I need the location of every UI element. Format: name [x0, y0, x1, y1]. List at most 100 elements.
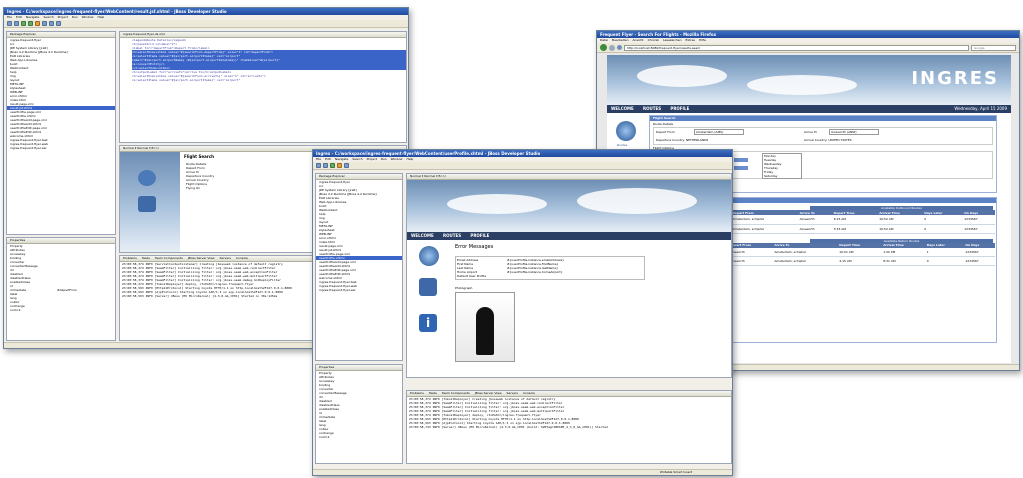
menu-item[interactable]: Ansicht: [633, 38, 644, 42]
arrive-select[interactable]: Ainsworth (ANW): [829, 129, 879, 135]
console-tab[interactable]: JBoss Server View: [475, 391, 502, 395]
package-explorer: Package Explorer ingres-frequent-flyer sr…: [6, 31, 116, 235]
new-icon[interactable]: [7, 21, 12, 26]
add-day-button[interactable]: [734, 158, 748, 162]
forward-icon[interactable]: [609, 44, 615, 51]
departure-country: Departure Country: NETHERLANDS: [656, 138, 709, 142]
console-tab[interactable]: Servers: [507, 391, 518, 395]
ide-second-status: Writable Smart Insert: [313, 469, 732, 475]
search-icon[interactable]: [344, 163, 349, 168]
back-icon[interactable]: [49, 21, 54, 26]
table-cell: Ainsworth: [728, 256, 774, 266]
debug-icon[interactable]: [28, 21, 33, 26]
forward-icon[interactable]: [56, 21, 61, 26]
nav-profile[interactable]: PROFILE: [670, 106, 689, 111]
menu-item[interactable]: Extras: [686, 38, 695, 42]
banner-2: [407, 180, 731, 232]
console-tab[interactable]: Team Components: [155, 256, 183, 260]
console-tab[interactable]: Tasks: [142, 256, 150, 260]
table-cell: 0: [923, 215, 964, 225]
console-tab[interactable]: Tasks: [429, 391, 437, 395]
depart-label: Depart From: [656, 130, 675, 134]
console-tab[interactable]: JBoss Server View: [188, 256, 215, 260]
table-cell: Amsterdam, schiphol: [731, 215, 799, 225]
menu-item[interactable]: Run: [381, 157, 387, 161]
nav-routes-2[interactable]: ROUTES: [443, 233, 461, 238]
profile-form: Email Address #{userProfile.instance.emai…: [455, 256, 645, 280]
tree-item[interactable]: ingres-frequent-flyer-ear: [7, 146, 115, 150]
menu-item[interactable]: Navigate: [335, 157, 348, 161]
save-icon[interactable]: [323, 163, 328, 168]
package-tree-2: ingres-frequent-flyer src JRE System Libra…: [316, 180, 402, 292]
nav-routes[interactable]: ROUTES: [643, 106, 661, 111]
console-tab[interactable]: Team Components: [442, 391, 470, 395]
menu-item[interactable]: Hilfe: [699, 38, 706, 42]
new-icon[interactable]: [316, 163, 321, 168]
menu-item[interactable]: Chronik: [648, 38, 659, 42]
property-row[interactable]: onclick: [316, 435, 402, 439]
nav-welcome-2[interactable]: WELCOME: [411, 233, 434, 238]
depart-select[interactable]: Amsterdam (AMS): [694, 129, 744, 135]
property-row[interactable]: onclick: [7, 308, 115, 312]
globe-icon-2: [419, 246, 439, 266]
menu-item[interactable]: Lesezeichen: [663, 38, 681, 42]
day-list[interactable]: Monday Tuesday Wednesday Thursday Friday Satu…: [762, 153, 802, 179]
console-tab[interactable]: Console: [523, 391, 535, 395]
menu-item[interactable]: Edit: [325, 157, 331, 161]
top-nav-2: WELCOME ROUTES PROFILE: [407, 232, 731, 240]
menu-item[interactable]: Edit: [16, 15, 22, 19]
error-messages-title: Error Messages: [455, 244, 494, 250]
profile-field-input[interactable]: #{userProfile.instance.homeAirport}: [507, 270, 563, 274]
menu-item[interactable]: Project: [58, 15, 68, 19]
menu-item[interactable]: Project: [367, 157, 377, 161]
console-line[interactable]: 23:00:58,743 INFO [Server] JBoss (MX Mic…: [409, 425, 731, 429]
console-tab[interactable]: Problems: [410, 391, 424, 395]
server-icon[interactable]: [35, 21, 40, 26]
table-cell: 1: [925, 247, 965, 257]
reload-icon[interactable]: [617, 45, 622, 50]
back-icon[interactable]: [600, 44, 607, 51]
top-nav: WELCOME ROUTES PROFILE Wednesday, April …: [607, 105, 1011, 113]
console-tab[interactable]: Problems: [123, 256, 137, 260]
nav-profile-2[interactable]: PROFILE: [470, 233, 489, 238]
tree-item[interactable]: ingres-frequent-flyer-ear: [316, 288, 402, 292]
menu-item[interactable]: File: [316, 157, 321, 161]
console-tab[interactable]: Servers: [220, 256, 231, 260]
menu-item[interactable]: Bearbeiten: [612, 38, 628, 42]
day-option[interactable]: Saturday: [764, 174, 801, 178]
menu-item[interactable]: Window: [82, 15, 94, 19]
menu-item[interactable]: Help: [98, 15, 105, 19]
menu-item[interactable]: Search: [352, 157, 362, 161]
run-icon[interactable]: [21, 21, 26, 26]
photo-label: Photograph: [455, 286, 473, 290]
profile-field-label: Default User Profile: [457, 274, 487, 278]
url-field[interactable]: http://localhost:8080/frequent-flyer/res…: [624, 44, 969, 51]
code-lines[interactable]: <legend>Route Details</legend> <h:panelGr…: [120, 38, 406, 82]
menu-item[interactable]: Window: [391, 157, 403, 161]
visual-title: Flight Search: [184, 154, 214, 159]
menu-item[interactable]: Datei: [600, 38, 608, 42]
menu-item[interactable]: Search: [43, 15, 53, 19]
server-icon[interactable]: [337, 163, 342, 168]
menu-item[interactable]: Run: [72, 15, 78, 19]
table-cell: 1234567: [963, 215, 995, 225]
visual-editor-2: Normal ▾ Normal ▾ B I U WELCOME ROUTES P…: [406, 173, 732, 378]
search-icon[interactable]: [42, 21, 47, 26]
routes-globe-icon[interactable]: [616, 121, 636, 141]
save-icon[interactable]: [14, 21, 19, 26]
menu-item[interactable]: File: [7, 15, 12, 19]
run-icon[interactable]: [330, 163, 335, 168]
remove-day-button[interactable]: [734, 166, 748, 170]
table-cell: 1234567: [964, 247, 995, 257]
table-cell: 3:33 AM: [832, 224, 879, 234]
browser-titlebar: Frequent Flyer - Search For Flights - Mo…: [597, 31, 1019, 38]
menu-item[interactable]: Navigate: [26, 15, 39, 19]
arrival-country: Arrival Country: UNITED STATES: [804, 138, 852, 142]
table-cell: 6:15 AM: [832, 215, 879, 225]
nav-welcome[interactable]: WELCOME: [611, 106, 634, 111]
console-tab[interactable]: Console: [236, 256, 248, 260]
menu-item[interactable]: Help: [407, 157, 414, 161]
search-field[interactable]: Google: [971, 44, 1016, 51]
code-line[interactable]: <s:selectItems value="#{airport.airportI…: [132, 78, 406, 82]
sidebar-routes[interactable]: Routes: [617, 143, 627, 147]
